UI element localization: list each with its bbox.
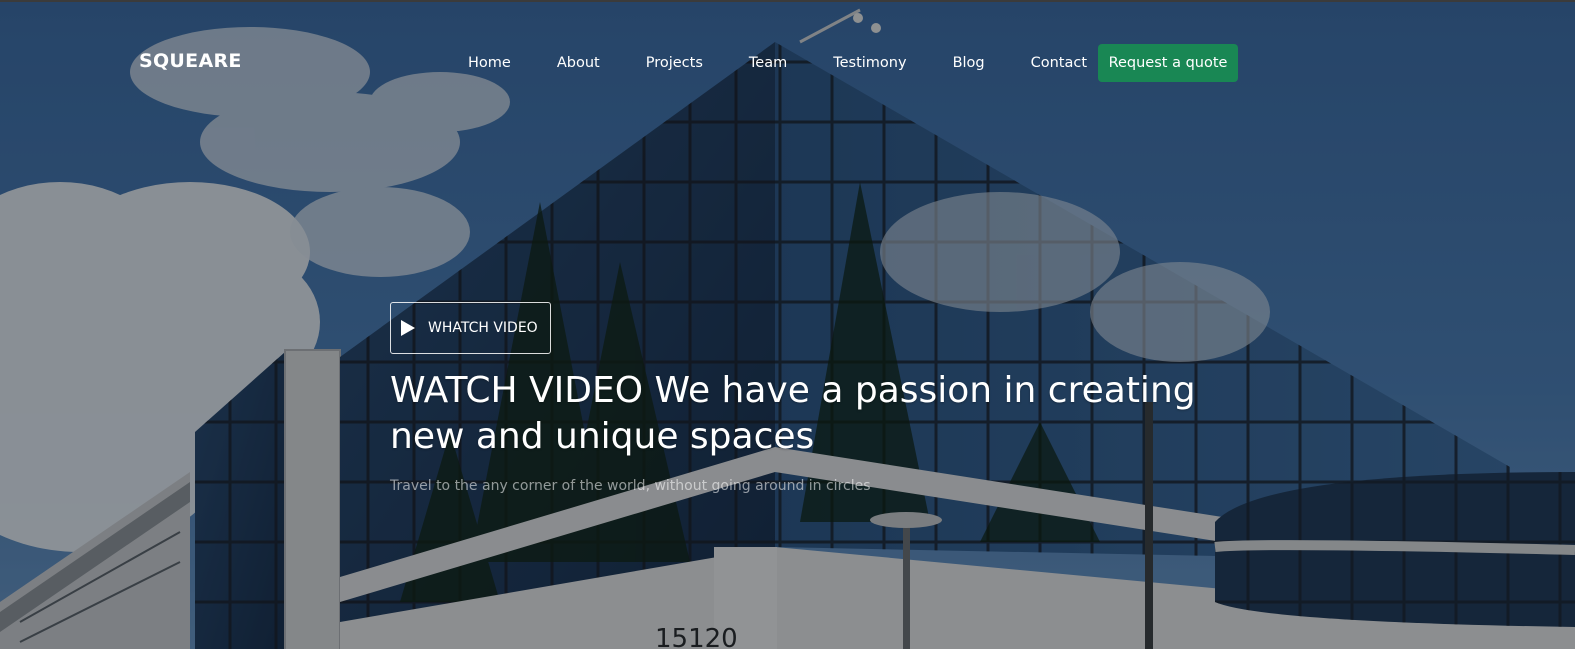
hero-section: 15120 SQUEARE Home About Projects Team T… [0, 0, 1575, 649]
play-icon [401, 320, 415, 336]
nav-link-about[interactable]: About [534, 55, 623, 71]
hero-dark-overlay [0, 2, 1575, 649]
nav-menu: Home About Projects Team Testimony Blog … [445, 42, 1110, 84]
hero-subtitle: Travel to the any corner of the world, w… [390, 478, 871, 494]
nav-link-home[interactable]: Home [445, 55, 534, 71]
top-navbar: SQUEARE Home About Projects Team Testimo… [0, 42, 1575, 84]
watch-video-label: WHATCH VIDEO [428, 320, 538, 336]
request-quote-button[interactable]: Request a quote [1098, 44, 1238, 82]
nav-link-contact[interactable]: Contact [1008, 55, 1110, 71]
brand-logo[interactable]: SQUEARE [139, 50, 242, 72]
watch-video-button[interactable]: WHATCH VIDEO [390, 302, 551, 354]
nav-link-projects[interactable]: Projects [623, 55, 726, 71]
nav-link-testimony[interactable]: Testimony [810, 55, 929, 71]
hero-title: WATCH VIDEO We have a passion in creatin… [390, 370, 1196, 457]
nav-link-blog[interactable]: Blog [930, 55, 1008, 71]
nav-link-team[interactable]: Team [726, 55, 810, 71]
